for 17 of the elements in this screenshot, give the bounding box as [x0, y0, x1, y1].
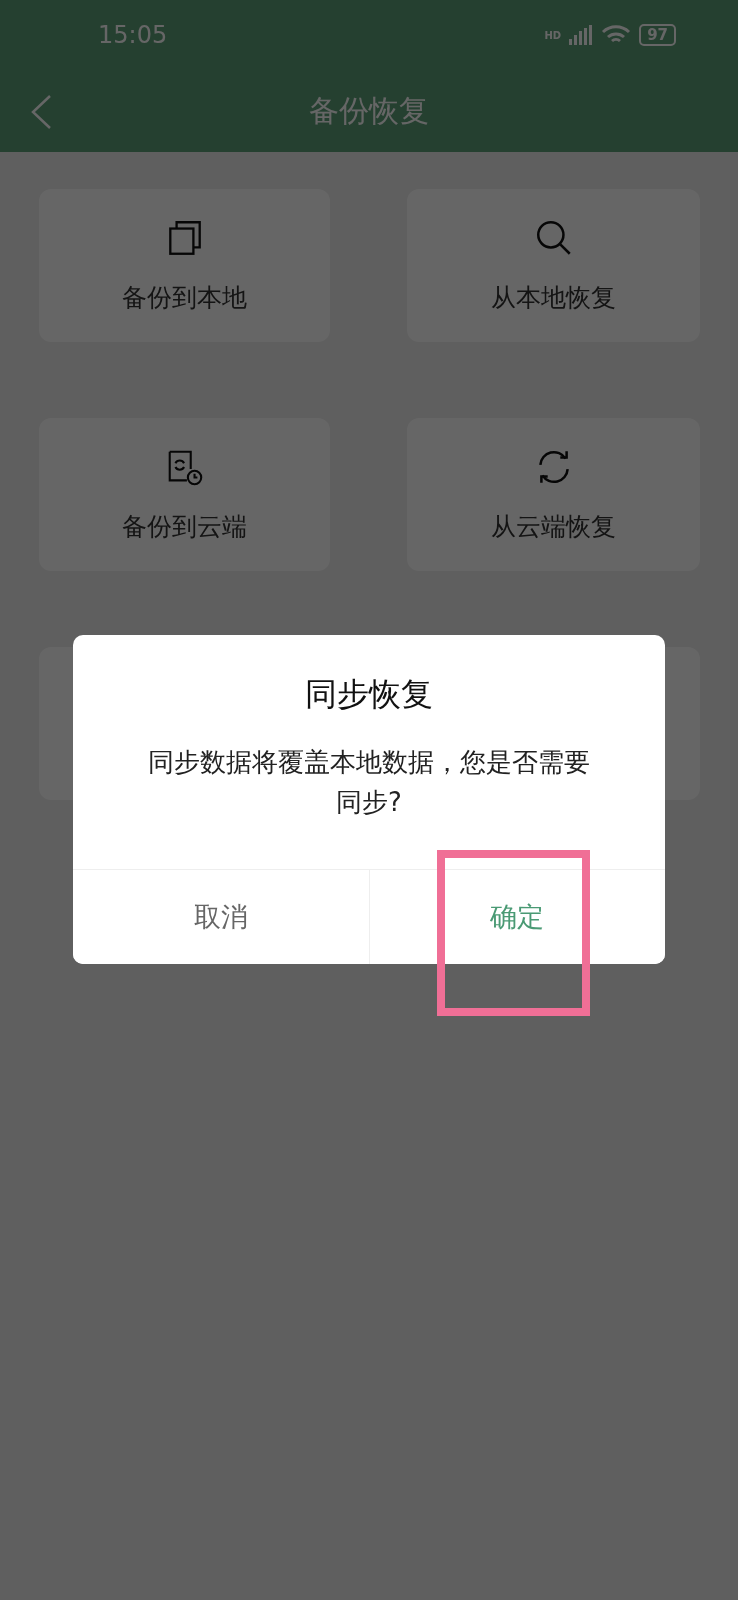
- signal-icon: [569, 25, 594, 45]
- clock: 15:05: [98, 21, 168, 49]
- option-label: 备份到本地: [122, 282, 247, 314]
- back-icon[interactable]: [30, 94, 52, 130]
- option-label: 从本地恢复: [491, 282, 616, 314]
- dialog-title: 同步恢复: [304, 674, 434, 715]
- page-title: 备份恢复: [309, 91, 429, 130]
- option-label: 从云端恢复: [491, 511, 616, 543]
- backup-option-card[interactable]: 从云端恢复: [407, 418, 700, 571]
- dialog-message: 同步数据将覆盖本地数据，您是否需要同步?: [147, 746, 591, 819]
- network-type: HD: [544, 29, 562, 41]
- option-label: 备份到云端: [122, 511, 247, 543]
- backup-option-card[interactable]: 备份到本地: [39, 189, 330, 342]
- backup-option-card[interactable]: 从本地恢复: [407, 189, 700, 342]
- battery-level: 97: [639, 24, 676, 46]
- backup-option-card[interactable]: 备份到云端: [39, 418, 330, 571]
- confirm-button[interactable]: 确定: [368, 870, 665, 964]
